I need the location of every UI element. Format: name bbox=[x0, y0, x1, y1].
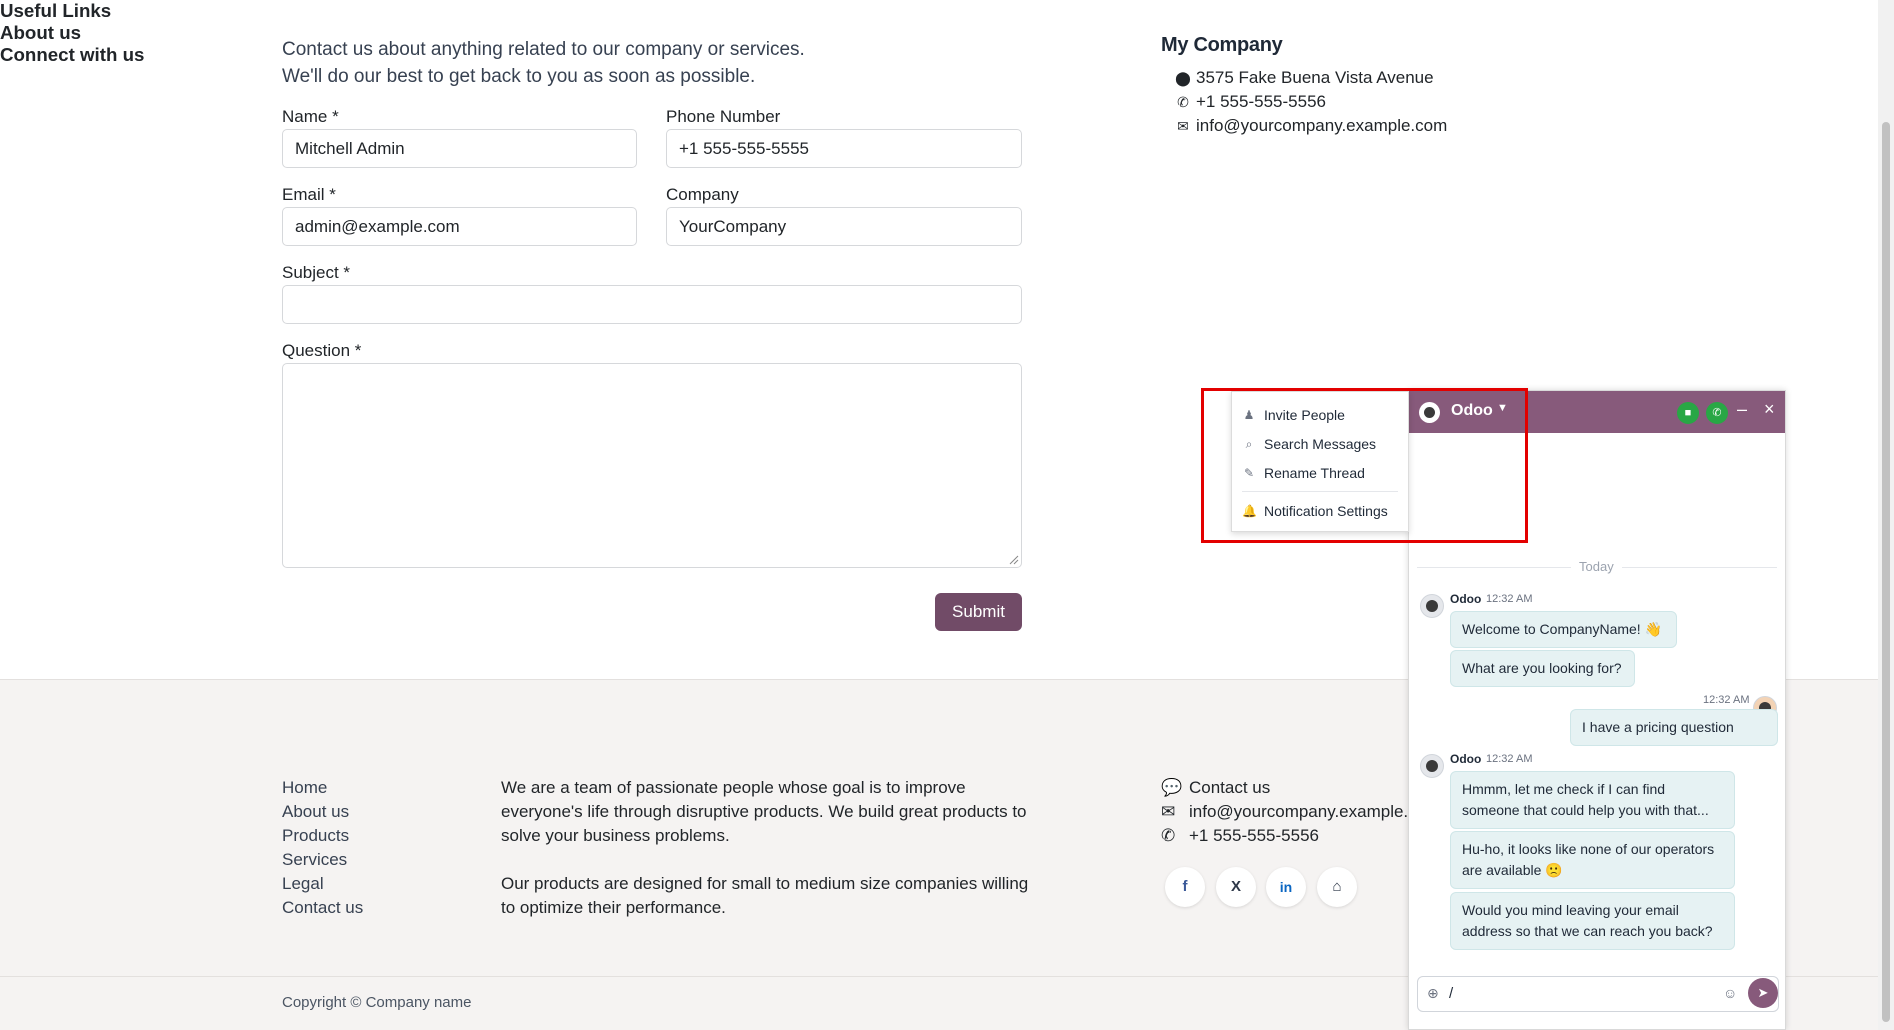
message-time: 12:32 AM bbox=[1486, 753, 1533, 765]
company-address-row: ⬤ 3575 Fake Buena Vista Avenue bbox=[1170, 68, 1434, 88]
message-author: Odoo bbox=[1450, 752, 1482, 766]
subject-label: Subject * bbox=[282, 263, 351, 282]
chat-message: What are you looking for? bbox=[1450, 650, 1635, 687]
contact-intro: Contact us about anything related to our… bbox=[282, 36, 1082, 90]
send-icon[interactable]: ➤ bbox=[1748, 978, 1778, 1008]
footer-link-legal[interactable]: Legal bbox=[282, 874, 324, 894]
video-call-icon[interactable]: ■ bbox=[1677, 402, 1699, 424]
company-title: My Company bbox=[1161, 34, 1283, 56]
map-marker-icon: ⬤ bbox=[1175, 70, 1191, 86]
footer-link-about[interactable]: About us bbox=[282, 802, 349, 822]
footer-link-products[interactable]: Products bbox=[282, 826, 349, 846]
odoo-avatar bbox=[1420, 594, 1444, 618]
comment-icon: 💬 bbox=[1161, 778, 1183, 797]
chat-message: Welcome to CompanyName! 👋 bbox=[1450, 611, 1677, 648]
resize-grip-icon[interactable] bbox=[1009, 555, 1019, 565]
chat-message: Would you mind leaving your email addres… bbox=[1450, 892, 1735, 950]
name-label: Name * bbox=[282, 107, 339, 126]
message-author: Odoo bbox=[1450, 592, 1482, 606]
company-address: 3575 Fake Buena Vista Avenue bbox=[1196, 68, 1434, 87]
connect-email: info@yourcompany.example.com bbox=[1189, 802, 1407, 821]
minimize-icon[interactable]: – bbox=[1737, 399, 1747, 420]
message-time: 12:32 AM bbox=[1486, 593, 1533, 605]
chat-message: Hu-ho, it looks like none of our operato… bbox=[1450, 831, 1735, 889]
close-icon[interactable]: × bbox=[1764, 399, 1775, 420]
phone-label: Phone Number bbox=[666, 107, 781, 126]
company-field[interactable]: YourCompany bbox=[666, 207, 1022, 246]
email-label: Email * bbox=[282, 185, 336, 204]
message-time: 12:32 AM bbox=[1703, 694, 1750, 706]
envelope-icon: ✉ bbox=[1161, 802, 1176, 821]
chat-message: Hmmm, let me check if I can find someone… bbox=[1450, 771, 1735, 829]
emoji-icon[interactable]: ☺ bbox=[1723, 985, 1737, 1001]
company-email: info@yourcompany.example.com bbox=[1196, 116, 1448, 135]
connect-email-row[interactable]: ✉ info@yourcompany.example.com bbox=[1161, 802, 1407, 822]
scrollbar-thumb[interactable] bbox=[1882, 122, 1890, 1022]
copyright: Copyright © Company name bbox=[282, 994, 472, 1011]
about-paragraph-2: Our products are designed for small to m… bbox=[501, 874, 1029, 917]
connect-contact-row[interactable]: 💬 Contact us bbox=[1161, 778, 1270, 798]
connect-phone-row[interactable]: ✆ +1 555-555-5556 bbox=[1161, 826, 1319, 846]
linkedin-icon[interactable]: in bbox=[1266, 867, 1306, 907]
phone-icon: ✆ bbox=[1161, 826, 1176, 845]
email-field[interactable]: admin@example.com bbox=[282, 207, 637, 246]
envelope-icon: ✉ bbox=[1177, 118, 1189, 134]
x-twitter-icon[interactable]: X bbox=[1216, 867, 1256, 907]
about-paragraph-1: We are a team of passionate people whose… bbox=[501, 778, 1027, 845]
about-text: We are a team of passionate people whose… bbox=[501, 776, 1031, 920]
phone-call-icon[interactable]: ✆ bbox=[1706, 402, 1728, 424]
company-label: Company bbox=[666, 185, 739, 204]
composer-input[interactable]: / bbox=[1449, 985, 1453, 1002]
submit-button[interactable]: Submit bbox=[935, 593, 1022, 631]
company-email-row: ✉ info@yourcompany.example.com bbox=[1170, 116, 1447, 136]
intro-line-1: Contact us about anything related to our… bbox=[282, 39, 805, 60]
chat-message: I have a pricing question bbox=[1570, 709, 1778, 746]
facebook-icon[interactable]: f bbox=[1165, 867, 1205, 907]
useful-links-title: Useful Links bbox=[0, 0, 112, 21]
chat-composer[interactable]: ⊕ / ☺ bbox=[1417, 976, 1779, 1012]
phone-icon: ✆ bbox=[1177, 94, 1189, 110]
footer-link-contact[interactable]: Contact us bbox=[282, 898, 363, 918]
connect-phone: +1 555-555-5556 bbox=[1189, 826, 1319, 845]
company-phone-row: ✆ +1 555-555-5556 bbox=[1170, 92, 1326, 112]
footer-link-services[interactable]: Services bbox=[282, 850, 347, 870]
question-label: Question * bbox=[282, 341, 362, 360]
phone-field[interactable]: +1 555-555-5555 bbox=[666, 129, 1022, 168]
footer-link-home[interactable]: Home bbox=[282, 778, 327, 798]
question-field[interactable] bbox=[282, 363, 1022, 568]
company-phone: +1 555-555-5556 bbox=[1196, 92, 1326, 111]
date-divider-label: Today bbox=[1571, 559, 1622, 574]
intro-line-2: We'll do our best to get back to you as … bbox=[282, 66, 756, 87]
subject-field[interactable] bbox=[282, 285, 1022, 324]
highlight-box bbox=[1201, 388, 1528, 543]
odoo-avatar bbox=[1420, 754, 1444, 778]
name-field[interactable]: Mitchell Admin bbox=[282, 129, 637, 168]
connect-contact: Contact us bbox=[1189, 778, 1271, 797]
add-attachment-icon[interactable]: ⊕ bbox=[1427, 985, 1439, 1002]
home-icon[interactable]: ⌂ bbox=[1317, 867, 1357, 907]
